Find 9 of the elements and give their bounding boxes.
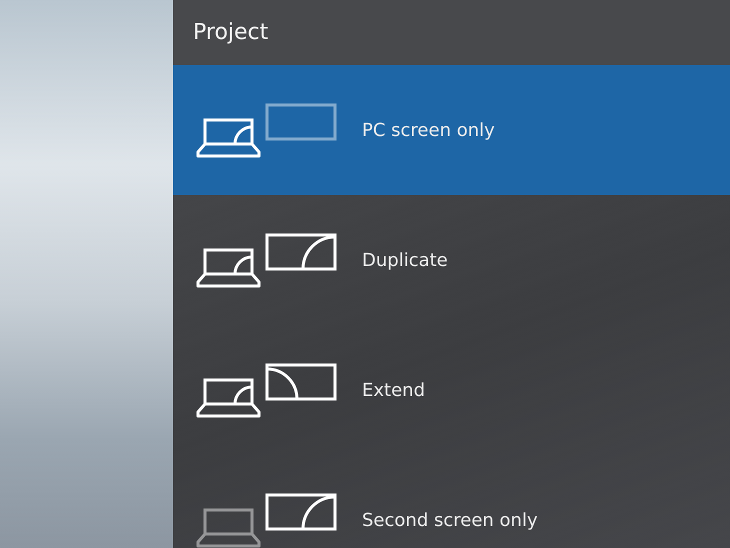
option-label: Second screen only (362, 510, 538, 530)
option-label: Duplicate (362, 250, 448, 270)
projection-option[interactable]: PC screen only (173, 65, 730, 195)
projection-option[interactable]: Extend (173, 325, 730, 455)
option-label: Extend (362, 380, 425, 400)
projection-option[interactable]: Duplicate (173, 195, 730, 325)
projection-option[interactable]: Second screen only (173, 455, 730, 548)
option-label: PC screen only (362, 120, 495, 140)
panel-title: Project (193, 20, 268, 45)
